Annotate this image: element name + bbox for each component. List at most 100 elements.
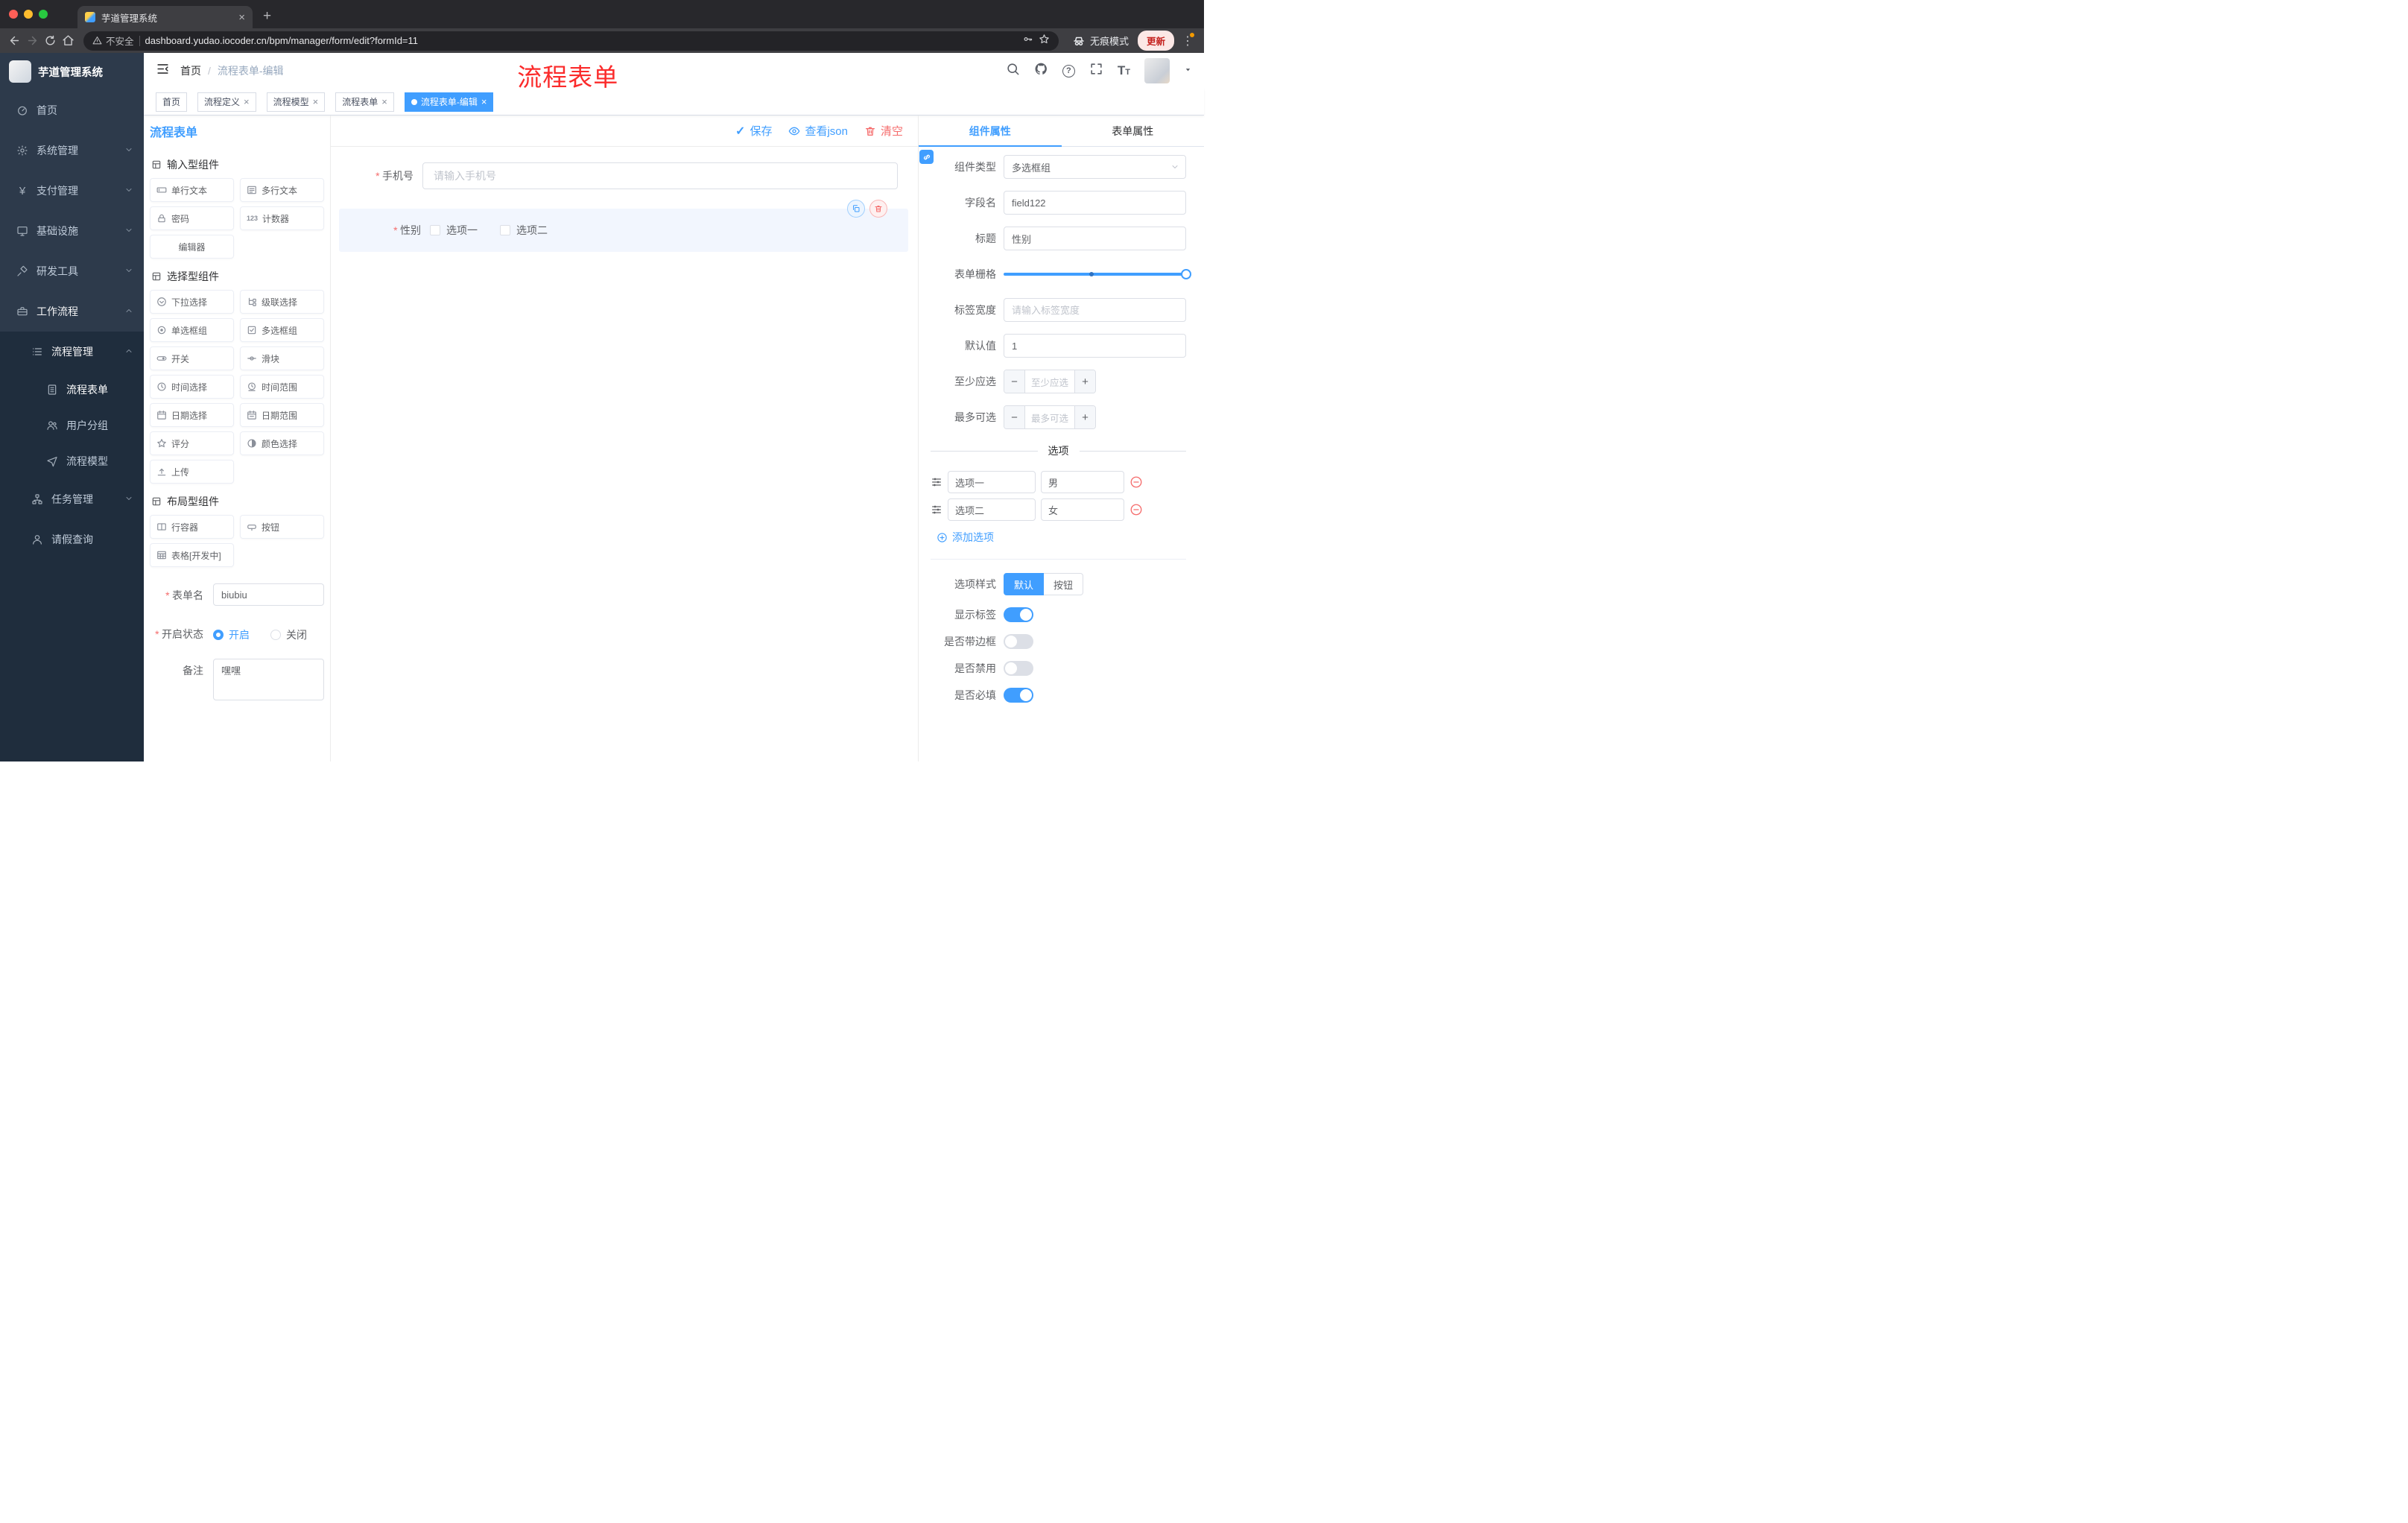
slider-track[interactable] — [1004, 269, 1191, 279]
sidebar-item-payment[interactable]: ¥ 支付管理 — [0, 171, 144, 211]
tag-process-form-edit[interactable]: 流程表单-编辑 × — [404, 92, 494, 112]
home-button[interactable] — [61, 34, 75, 48]
drag-handle-icon[interactable] — [931, 476, 942, 488]
close-icon[interactable]: × — [313, 97, 319, 107]
tag-process-form[interactable]: 流程表单 × — [335, 92, 394, 112]
remove-option-button[interactable] — [1129, 475, 1143, 489]
checkbox-icon[interactable] — [500, 225, 510, 235]
show-label-switch[interactable] — [1004, 607, 1033, 622]
view-json-button[interactable]: 查看json — [788, 123, 848, 139]
close-icon[interactable]: × — [481, 97, 487, 107]
sidebar-item-task-mgmt[interactable]: 任务管理 — [0, 479, 144, 519]
palette-item-checkbox-group[interactable]: 多选框组 — [240, 318, 324, 342]
github-icon[interactable] — [1034, 62, 1048, 80]
search-icon[interactable] — [1006, 62, 1020, 80]
address-bar[interactable]: 不安全 dashboard.yudao.iocoder.cn/bpm/manag… — [83, 31, 1059, 51]
canvas-field-gender-selected[interactable]: 性别 选项一 选项二 — [339, 200, 908, 252]
sidebar-item-system[interactable]: 系统管理 — [0, 130, 144, 171]
sidebar-item-devtools[interactable]: 研发工具 — [0, 251, 144, 291]
radio-status-on[interactable]: 开启 — [213, 627, 250, 642]
clear-button[interactable]: 清空 — [864, 123, 903, 139]
field-name-input[interactable] — [1004, 191, 1186, 215]
radio-status-off[interactable]: 关闭 — [270, 627, 307, 642]
component-type-select[interactable]: 多选框组 — [1004, 155, 1186, 179]
palette-item-text-field[interactable]: 单行文本 — [150, 178, 234, 202]
forward-button[interactable] — [25, 34, 39, 48]
maximize-window-button[interactable] — [39, 10, 48, 19]
option-value-input[interactable] — [1041, 498, 1124, 521]
palette-item-rate[interactable]: 评分 — [150, 431, 234, 455]
default-value-input[interactable] — [1004, 334, 1186, 358]
save-button[interactable]: ✓ 保存 — [735, 123, 772, 139]
sidebar-fold-icon[interactable] — [156, 62, 170, 80]
tag-process-definition[interactable]: 流程定义 × — [197, 92, 256, 112]
palette-item-time-picker[interactable]: 时间选择 — [150, 375, 234, 399]
palette-item-select[interactable]: 下拉选择 — [150, 290, 234, 314]
close-icon[interactable]: × — [244, 97, 250, 107]
sidebar-item-process-mgmt[interactable]: 流程管理 — [0, 332, 144, 372]
sidebar-item-process-model[interactable]: 流程模型 — [0, 443, 144, 479]
title-input[interactable] — [1004, 227, 1186, 250]
canvas-drop-area[interactable]: 手机号 性别 选项一 选项二 — [331, 147, 918, 762]
option-value-input[interactable] — [1041, 471, 1124, 493]
increase-button[interactable]: + — [1074, 370, 1095, 393]
reload-button[interactable] — [43, 34, 57, 48]
browser-update-button[interactable]: 更新 — [1137, 31, 1174, 51]
style-button-button[interactable]: 按钮 — [1044, 573, 1084, 595]
delete-component-button[interactable] — [869, 200, 887, 218]
label-width-input[interactable] — [1004, 298, 1186, 322]
palette-item-counter[interactable]: 123 计数器 — [240, 206, 324, 230]
palette-item-radio-group[interactable]: 单选框组 — [150, 318, 234, 342]
phone-input[interactable] — [422, 162, 898, 189]
palette-item-time-range[interactable]: 时间范围 — [240, 375, 324, 399]
tab-component-props[interactable]: 组件属性 — [919, 115, 1062, 147]
canvas-field-phone[interactable]: 手机号 — [339, 162, 908, 189]
sidebar-item-process-form[interactable]: 流程表单 — [0, 372, 144, 408]
password-key-icon[interactable] — [1022, 34, 1033, 48]
palette-item-password[interactable]: 密码 — [150, 206, 234, 230]
palette-item-textarea[interactable]: 多行文本 — [240, 178, 324, 202]
palette-item-date-range[interactable]: 日期范围 — [240, 403, 324, 427]
help-icon[interactable]: ? — [1062, 64, 1075, 77]
browser-menu-icon[interactable]: ⋮ — [1182, 32, 1194, 48]
sidebar-item-workflow[interactable]: 工作流程 — [0, 291, 144, 332]
security-chip[interactable]: 不安全 — [92, 34, 134, 48]
gender-option-2[interactable]: 选项二 — [500, 223, 548, 238]
decrease-button[interactable]: − — [1004, 406, 1025, 428]
remove-option-button[interactable] — [1129, 503, 1143, 516]
required-switch[interactable] — [1004, 688, 1033, 703]
increase-button[interactable]: + — [1074, 406, 1095, 428]
sidebar-item-home[interactable]: 首页 — [0, 90, 144, 130]
drag-handle-icon[interactable] — [931, 504, 942, 516]
grid-slider[interactable] — [1004, 262, 1191, 286]
palette-item-upload[interactable]: 上传 — [150, 460, 234, 484]
palette-item-color-picker[interactable]: 颜色选择 — [240, 431, 324, 455]
form-name-input[interactable] — [213, 583, 324, 606]
tag-process-model[interactable]: 流程模型 × — [266, 92, 326, 112]
form-remark-textarea[interactable]: 嘿嘿 — [213, 659, 324, 700]
font-size-icon[interactable]: TT — [1118, 63, 1130, 78]
bordered-switch[interactable] — [1004, 634, 1033, 649]
sidebar-item-infra[interactable]: 基础设施 — [0, 211, 144, 251]
new-tab-button[interactable]: + — [263, 9, 271, 23]
palette-item-editor[interactable]: 编辑器 — [150, 235, 234, 259]
close-icon[interactable]: × — [381, 97, 387, 107]
breadcrumb-home[interactable]: 首页 — [180, 63, 201, 78]
avatar[interactable] — [1144, 58, 1170, 83]
palette-item-switch[interactable]: 开关 — [150, 346, 234, 370]
copy-component-button[interactable] — [847, 200, 865, 218]
palette-item-row-container[interactable]: 行容器 — [150, 515, 234, 539]
decrease-button[interactable]: − — [1004, 370, 1025, 393]
option-name-input[interactable] — [948, 498, 1036, 521]
minimize-window-button[interactable] — [24, 10, 33, 19]
option-name-input[interactable] — [948, 471, 1036, 493]
palette-item-table[interactable]: 表格[开发中] — [150, 543, 234, 567]
palette-item-slider[interactable]: 滑块 — [240, 346, 324, 370]
disabled-switch[interactable] — [1004, 661, 1033, 676]
tab-close-icon[interactable]: × — [238, 12, 245, 23]
slider-handle[interactable] — [1181, 269, 1191, 279]
add-option-button[interactable]: 添加选项 — [937, 530, 1186, 545]
back-button[interactable] — [7, 34, 21, 48]
sidebar-item-leave-query[interactable]: 请假查询 — [0, 519, 144, 560]
style-default-button[interactable]: 默认 — [1004, 573, 1045, 595]
